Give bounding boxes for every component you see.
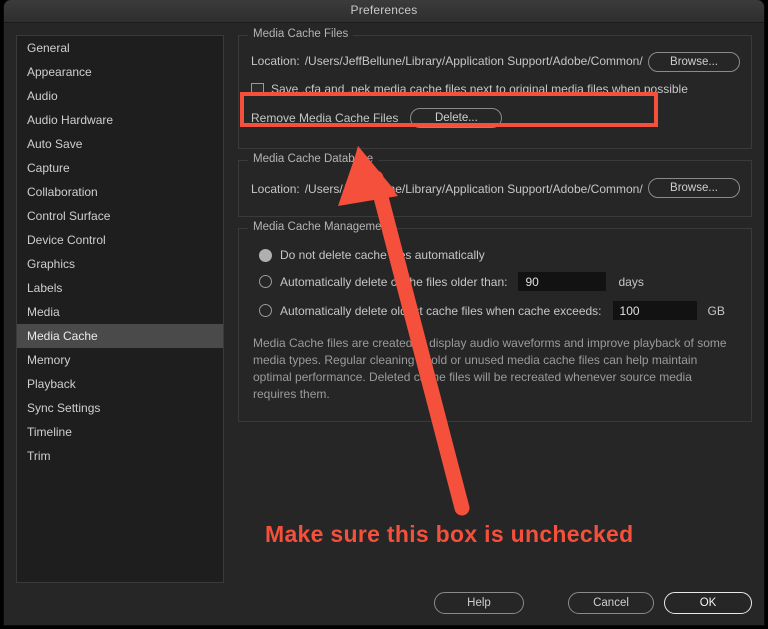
ok-button[interactable]: OK [664,592,752,614]
option-delete-older-than-label: Automatically delete cache files older t… [280,274,508,289]
sidebar-item-audio-hardware[interactable]: Audio Hardware [17,108,223,132]
sidebar-item-general[interactable]: General [17,36,223,60]
option-delete-when-exceeds-label: Automatically delete oldest cache files … [280,303,602,318]
save-cfa-pek-checkbox-label: Save .cfa and .pek media cache files nex… [271,82,688,96]
sidebar-item-playback[interactable]: Playback [17,372,223,396]
save-cfa-pek-checkbox[interactable] [251,82,264,96]
sidebar-item-graphics[interactable]: Graphics [17,252,223,276]
screenshot-root: Preferences General Appearance Audio Aud… [0,0,768,629]
sidebar-item-memory[interactable]: Memory [17,348,223,372]
option-never-delete-radio[interactable] [259,248,272,262]
media-cache-description: Media Cache files are created to display… [253,336,727,401]
dialog-footer: Help Cancel OK [4,592,764,625]
cache-age-days-unit: days [618,274,644,289]
media-cache-database-location-row: Location: /Users/JeffBellune/Library/App… [239,175,751,202]
option-delete-older-than-radio[interactable] [259,275,272,288]
media-cache-files-location-row: Location: /Users/JeffBellune/Library/App… [239,47,751,74]
delete-media-cache-button[interactable]: Delete... [410,108,503,128]
cache-size-limit-unit: GB [707,303,725,318]
media-cache-files-location-label: Location: [251,53,300,68]
preferences-category-list[interactable]: General Appearance Audio Audio Hardware … [16,35,224,583]
media-cache-management-group: Media Cache Management Do not delete cac… [238,221,752,422]
cache-age-days-input[interactable]: 90 [518,272,607,291]
option-delete-older-than-row[interactable]: Automatically delete cache files older t… [239,267,751,296]
sidebar-item-auto-save[interactable]: Auto Save [17,132,223,156]
help-button[interactable]: Help [434,592,524,614]
sidebar-item-device-control[interactable]: Device Control [17,228,223,252]
media-cache-database-browse-button[interactable]: Browse... [648,178,740,198]
media-cache-database-group: Media Cache Database Location: /Users/Je… [238,153,752,217]
preferences-content-panel: Media Cache Files Location: /Users/JeffB… [238,28,752,433]
media-cache-management-group-title: Media Cache Management [248,221,397,233]
sidebar-item-trim[interactable]: Trim [17,444,223,468]
media-cache-files-browse-button[interactable]: Browse... [648,52,740,72]
window-titlebar: Preferences [4,0,764,23]
sidebar-item-appearance[interactable]: Appearance [17,60,223,84]
sidebar-item-timeline[interactable]: Timeline [17,420,223,444]
sidebar-item-media-cache[interactable]: Media Cache [17,324,223,348]
media-cache-files-group-title: Media Cache Files [248,28,354,40]
sidebar-item-capture[interactable]: Capture [17,156,223,180]
media-cache-database-location-value: /Users/JeffBellune/Library/Application S… [304,181,643,196]
sidebar-item-labels[interactable]: Labels [17,276,223,300]
media-cache-database-group-title: Media Cache Database [248,153,379,165]
option-never-delete-row[interactable]: Do not delete cache files automatically [239,243,751,267]
annotation-callout-text: Make sure this box is unchecked [265,521,634,547]
sidebar-item-control-surface[interactable]: Control Surface [17,204,223,228]
option-never-delete-label: Do not delete cache files automatically [280,248,485,262]
remove-media-cache-files-row: Remove Media Cache Files Delete... [239,104,751,132]
sidebar-item-media[interactable]: Media [17,300,223,324]
cancel-button[interactable]: Cancel [568,592,654,614]
sidebar-item-collaboration[interactable]: Collaboration [17,180,223,204]
option-delete-when-exceeds-radio[interactable] [259,304,272,317]
media-cache-files-group: Media Cache Files Location: /Users/JeffB… [238,28,752,149]
media-cache-files-location-value: /Users/JeffBellune/Library/Application S… [304,53,643,68]
window-title: Preferences [350,3,418,17]
sidebar-item-audio[interactable]: Audio [17,84,223,108]
option-delete-when-exceeds-row[interactable]: Automatically delete oldest cache files … [239,296,751,325]
cache-size-limit-input[interactable]: 100 [612,301,697,320]
remove-media-cache-files-label: Remove Media Cache Files [251,111,399,125]
sidebar-item-sync-settings[interactable]: Sync Settings [17,396,223,420]
save-cfa-pek-checkbox-row[interactable]: Save .cfa and .pek media cache files nex… [239,74,751,104]
media-cache-database-location-label: Location: [251,181,300,196]
